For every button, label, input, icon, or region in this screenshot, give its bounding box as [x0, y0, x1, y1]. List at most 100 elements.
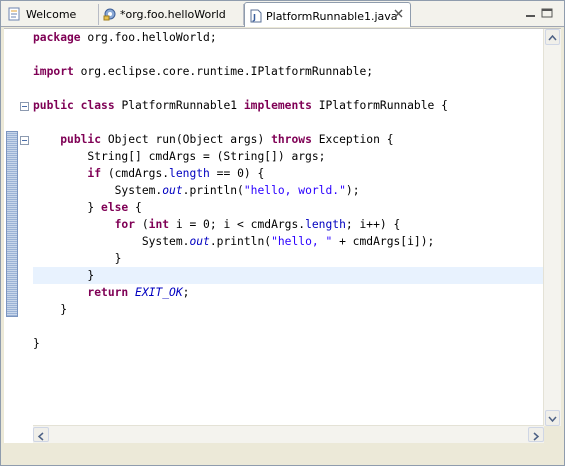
code-token: out	[162, 184, 183, 197]
arrow-left-icon	[37, 432, 44, 441]
code-line[interactable]: for (int i = 0; i < cmdArgs.length; i++)…	[33, 216, 543, 233]
tab-welcome[interactable]: Welcome	[3, 4, 99, 25]
arrow-up-icon	[548, 34, 557, 41]
editor-tab-bar: Welcome *org.foo.helloWorld J PlatformRu…	[1, 1, 564, 27]
code-token: }	[33, 201, 102, 214]
svg-text:J: J	[252, 13, 256, 22]
code-token: );	[345, 184, 360, 197]
code-token: class	[80, 99, 115, 112]
code-token: org.foo.helloWorld;	[80, 31, 217, 44]
code-token: throws	[271, 133, 312, 146]
code-line[interactable]	[33, 46, 543, 63]
code-token: length	[169, 167, 210, 180]
vertical-scrollbar[interactable]	[543, 29, 561, 426]
code-token: i = 0; i < cmdArgs.	[169, 218, 306, 231]
code-token: System.	[33, 184, 163, 197]
code-token: "hello, "	[271, 235, 333, 248]
code-token: }	[33, 269, 95, 282]
code-token: PlatformRunnable1	[114, 99, 244, 112]
code-token: (	[135, 218, 149, 231]
code-token: org.eclipse.core.runtime.IPlatformRunnab…	[73, 65, 374, 78]
code-line[interactable]: }	[33, 250, 543, 267]
code-line[interactable]	[33, 80, 543, 97]
code-line[interactable]: import org.eclipse.core.runtime.IPlatfor…	[33, 63, 543, 80]
java-file-icon: J	[250, 9, 262, 23]
scrollbar-corner	[544, 426, 561, 443]
java-editor[interactable]: package org.foo.helloWorld; import org.ec…	[4, 28, 561, 443]
code-token: public	[60, 133, 102, 146]
editor-window: Welcome *org.foo.helloWorld J PlatformRu…	[0, 0, 565, 466]
code-line[interactable]: } else {	[33, 199, 543, 216]
code-token: ; i++) {	[345, 218, 401, 231]
code-token: return	[87, 286, 129, 299]
fold-toggle-class[interactable]	[20, 102, 29, 111]
tab-plugin-manifest-label: *org.foo.helloWorld	[120, 8, 226, 21]
code-token: "hello, world."	[243, 184, 346, 197]
tab-plugin-manifest[interactable]: *org.foo.helloWorld	[99, 4, 244, 25]
code-token: length	[305, 218, 346, 231]
minimize-icon	[526, 15, 535, 17]
code-token: int	[148, 218, 170, 231]
code-line[interactable]: }	[33, 301, 543, 318]
code-line[interactable]: }	[33, 267, 543, 284]
code-line[interactable]: return EXIT_OK;	[33, 284, 543, 301]
code-token: import	[33, 65, 74, 78]
maximize-icon	[541, 8, 553, 18]
code-line[interactable]: public class PlatformRunnable1 implement…	[33, 97, 543, 114]
code-token: Object run(Object args)	[101, 133, 272, 146]
code-line[interactable]: package org.foo.helloWorld;	[33, 29, 543, 46]
code-token: public	[33, 99, 74, 112]
scroll-left-button[interactable]	[33, 427, 49, 442]
code-area[interactable]: package org.foo.helloWorld; import org.ec…	[33, 29, 543, 434]
code-line[interactable]: public Object run(Object args) throws Ex…	[33, 131, 543, 148]
code-line[interactable]	[33, 318, 543, 335]
welcome-icon	[8, 7, 20, 21]
change-marker	[6, 131, 18, 317]
tab-active-label: PlatformRunnable1.java	[266, 10, 398, 23]
code-line[interactable]: if (cmdArgs.length == 0) {	[33, 165, 543, 182]
code-token: }	[33, 252, 122, 265]
code-token: }	[33, 303, 68, 316]
tab-welcome-label: Welcome	[26, 8, 77, 21]
scroll-up-button[interactable]	[545, 29, 560, 45]
code-token: implements	[243, 99, 312, 112]
code-token: if	[87, 167, 102, 180]
code-token: System.	[33, 235, 190, 248]
code-line[interactable]: String[] cmdArgs = (String[]) args;	[33, 148, 543, 165]
code-token: Exception {	[311, 133, 394, 146]
code-token: (cmdArgs.	[101, 167, 170, 180]
folding-ruler	[18, 29, 32, 443]
code-token: for	[114, 218, 136, 231]
code-line[interactable]: System.out.println("hello, world.");	[33, 182, 543, 199]
code-token: IPlatformRunnable {	[311, 99, 448, 112]
code-token: {	[128, 201, 142, 214]
code-token: package	[33, 31, 81, 44]
code-line[interactable]: System.out.println("hello, " + cmdArgs[i…	[33, 233, 543, 250]
annotation-ruler	[4, 29, 18, 443]
code-line[interactable]	[33, 114, 543, 131]
code-token: }	[33, 337, 40, 350]
code-token: String[] cmdArgs = (String[]) args;	[33, 150, 326, 163]
close-icon[interactable]	[393, 8, 404, 19]
code-token: EXIT_OK	[135, 286, 183, 299]
code-token: .println(	[182, 184, 244, 197]
code-token: out	[189, 235, 210, 248]
scroll-right-button[interactable]	[528, 427, 544, 442]
horizontal-scrollbar[interactable]	[33, 425, 544, 443]
code-token: + cmdArgs[i]);	[332, 235, 435, 248]
tab-platformrunnable-java[interactable]: J PlatformRunnable1.java	[244, 2, 411, 27]
plugin-manifest-icon	[103, 8, 116, 21]
scroll-down-button[interactable]	[545, 410, 560, 426]
view-menu-icons[interactable]	[518, 6, 558, 20]
code-token: .println(	[209, 235, 272, 248]
code-token: ;	[182, 286, 190, 299]
fold-toggle-method[interactable]	[20, 136, 29, 145]
code-token: else	[101, 201, 129, 214]
arrow-down-icon	[548, 416, 557, 423]
code-line[interactable]: }	[33, 335, 543, 352]
